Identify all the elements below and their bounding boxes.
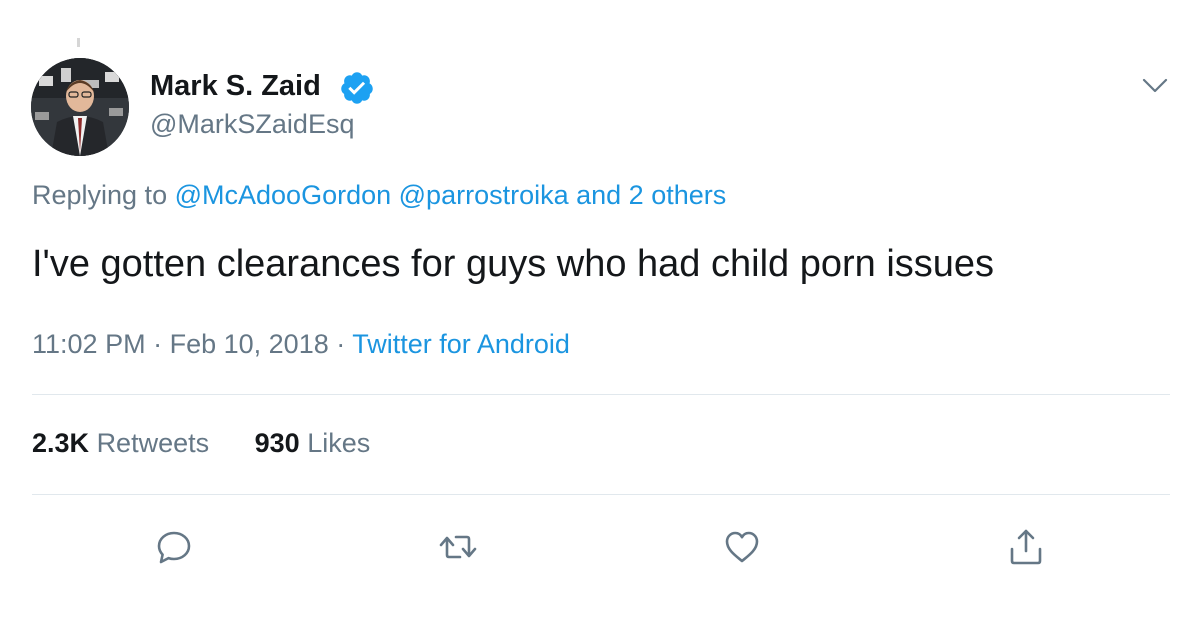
likes-stat[interactable]: 930 Likes xyxy=(255,428,371,459)
chevron-down-icon[interactable] xyxy=(1142,78,1168,94)
likes-count: 930 xyxy=(254,428,300,458)
retweet-icon[interactable] xyxy=(438,527,478,567)
tweet-source-link[interactable]: Twitter for Android xyxy=(352,329,570,359)
tweet-card: Mark S. Zaid @MarkSZaidEsq Replying to @… xyxy=(0,0,1200,630)
separator: · xyxy=(336,329,346,359)
verified-badge-icon xyxy=(339,70,375,106)
replying-to: Replying to @McAdooGordon @parrostroika … xyxy=(32,180,726,211)
like-icon[interactable] xyxy=(722,527,762,567)
user-handle[interactable]: @MarkSZaidEsq xyxy=(150,109,354,140)
tweet-time[interactable]: 11:02 PM xyxy=(32,329,146,359)
reply-icon[interactable] xyxy=(154,527,194,567)
likes-label: Likes xyxy=(307,428,371,458)
divider xyxy=(32,394,1170,395)
others-link[interactable]: and 2 others xyxy=(576,180,726,210)
avatar[interactable] xyxy=(31,58,129,156)
retweets-label: Retweets xyxy=(96,428,210,458)
retweets-stat[interactable]: 2.3K Retweets xyxy=(32,428,209,459)
retweets-count: 2.3K xyxy=(32,428,90,458)
replying-to-label: Replying to xyxy=(32,180,168,210)
tweet-stats: 2.3K Retweets 930 Likes xyxy=(32,428,370,459)
mention-link[interactable]: @McAdooGordon xyxy=(175,180,392,210)
display-name[interactable]: Mark S. Zaid xyxy=(150,70,321,103)
share-icon[interactable] xyxy=(1006,527,1046,567)
mention-link[interactable]: @parrostroika xyxy=(399,180,569,210)
divider xyxy=(32,494,1170,495)
thread-line xyxy=(77,38,80,47)
avatar-image xyxy=(31,58,129,156)
tweet-text: I've gotten clearances for guys who had … xyxy=(32,243,995,285)
tweet-meta: 11:02 PM · Feb 10, 2018 · Twitter for An… xyxy=(32,329,570,360)
tweet-date[interactable]: Feb 10, 2018 xyxy=(170,329,329,359)
top-bar xyxy=(0,0,1200,38)
separator: · xyxy=(153,329,163,359)
